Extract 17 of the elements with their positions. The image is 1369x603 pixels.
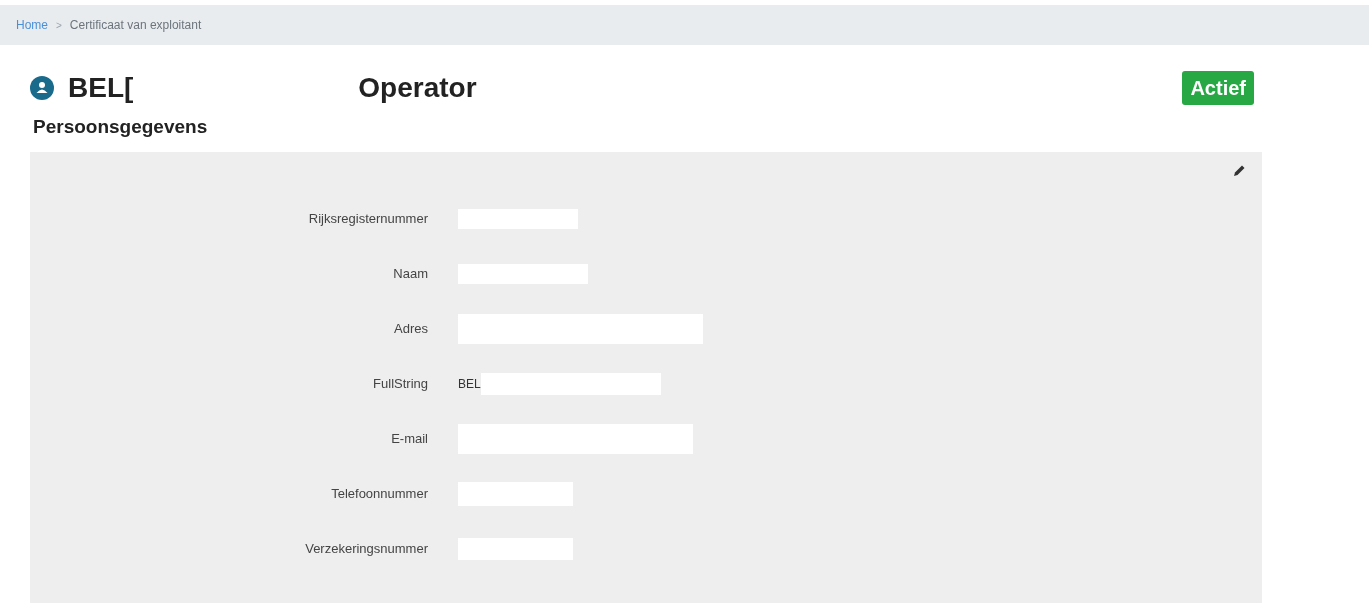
field-label: E-mail — [390, 430, 428, 449]
edit-icon[interactable] — [1233, 163, 1246, 177]
operator-role: Operator — [358, 71, 477, 105]
field-label: Adres — [393, 320, 428, 339]
breadcrumb-link[interactable]: Home — [16, 16, 48, 34]
field-label: Telefoonnummer — [330, 485, 428, 504]
field-label: Rijksregisternummer — [307, 210, 428, 229]
breadcrumb-separator: > — [56, 18, 62, 33]
status-badge: Actief — [1182, 71, 1254, 105]
operator-name: BEL[ — [68, 71, 134, 105]
field-label: Naam — [392, 265, 428, 284]
section-title: Persoonsgegevens — [32, 115, 209, 139]
field-label: Verzekeringsnummer — [304, 540, 428, 559]
breadcrumb-current: Certificaat van exploitant — [69, 17, 202, 34]
field-value: BEL — [458, 376, 481, 393]
user-icon — [30, 76, 54, 100]
field-label: FullString — [372, 375, 428, 394]
